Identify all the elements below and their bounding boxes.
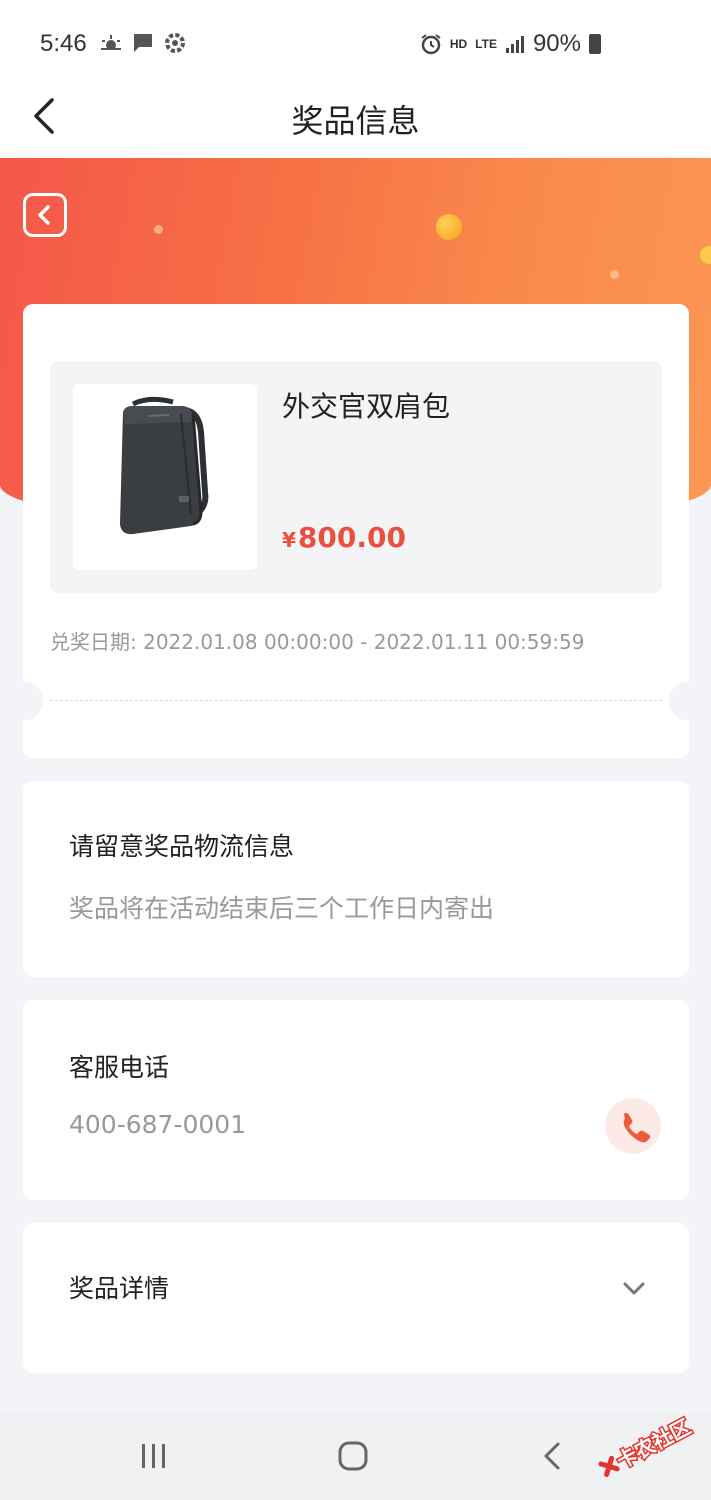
ticket-divider [50, 700, 662, 701]
page-title: 奖品信息 [291, 102, 420, 140]
logistics-card: 请留意奖品物流信息 奖品将在活动结束后三个工作日内寄出 [23, 781, 689, 977]
price-amount: 800.00 [297, 521, 406, 554]
home-icon[interactable] [338, 1440, 368, 1472]
product-image [73, 384, 257, 570]
hd-label: HD [449, 37, 468, 51]
banner-back-button[interactable] [23, 193, 67, 237]
prize-card: 外交官双肩包 ¥800.00 兑奖日期: 2022.01.08 00:00:00… [3, 304, 709, 758]
call-button[interactable] [605, 1098, 661, 1154]
decor-dot [610, 270, 619, 279]
settings-icon [165, 33, 185, 53]
logistics-note: 奖品将在活动结束后三个工作日内寄出 [69, 894, 495, 923]
weather-sunrise-icon [101, 35, 121, 50]
product-price: ¥800.00 [282, 521, 406, 554]
redeem-date: 兑奖日期: 2022.01.08 00:00:00 - 2022.01.11 0… [50, 630, 585, 654]
signal-icon [505, 36, 524, 53]
status-time: 5:46 [40, 30, 87, 57]
logistics-title: 请留意奖品物流信息 [69, 832, 295, 861]
header: 奖品信息 [0, 80, 711, 158]
watermark-text: 卡农社区 [613, 1414, 695, 1473]
product-box[interactable]: 外交官双肩包 ¥800.00 [50, 361, 662, 593]
price-currency: ¥ [282, 528, 296, 552]
back-icon[interactable] [540, 1440, 564, 1472]
phone-icon [623, 1112, 651, 1143]
decor-dot [700, 246, 711, 264]
details-expand-toggle[interactable] [621, 1275, 647, 1301]
decor-dot [436, 214, 462, 240]
details-title: 奖品详情 [69, 1274, 170, 1303]
status-bar: 5:46 HD LTE 90% [0, 0, 711, 80]
decor-dot [154, 225, 163, 234]
backpack-image [120, 396, 209, 535]
service-phone[interactable]: 400-687-0001 [69, 1110, 246, 1139]
alarm-icon [421, 34, 441, 55]
chevron-down-icon [623, 1282, 645, 1295]
battery-percent: 90% [532, 30, 581, 57]
service-title: 客服电话 [69, 1053, 170, 1082]
ticket-notch-left [3, 681, 43, 721]
ticket-notch-right [669, 681, 709, 721]
message-icon [134, 34, 152, 52]
back-square-icon [38, 205, 50, 225]
product-name: 外交官双肩包 [282, 390, 451, 423]
recents-icon[interactable] [140, 1440, 168, 1472]
battery-icon [589, 34, 601, 54]
lte-label: LTE [475, 37, 497, 51]
watermark-logo: 卡农社区 [593, 1408, 703, 1482]
service-card: 客服电话 400-687-0001 [23, 1000, 689, 1200]
prize-details-card[interactable]: 奖品详情 [23, 1223, 689, 1373]
